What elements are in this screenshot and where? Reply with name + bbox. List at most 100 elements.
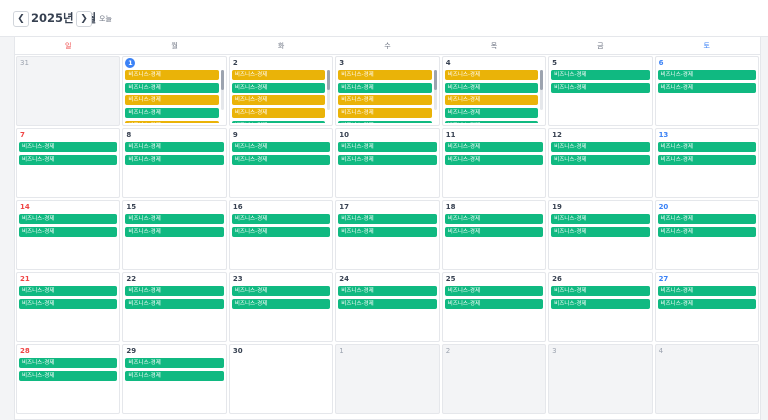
day-cell[interactable]: 1 [335,344,440,414]
day-cell[interactable]: 31 [16,56,121,126]
event-chip[interactable]: 비즈니스-경제 [19,298,118,309]
event-chip[interactable]: 비즈니스-경제 [551,226,650,237]
day-cell[interactable]: 16 비즈니스-경제 비즈니스-경제 [228,200,334,270]
event-chip[interactable]: 비즈니스-경제 [125,358,224,368]
event-chip[interactable]: 비즈니스-경제 [231,70,326,80]
event-scrollbar[interactable] [327,70,331,110]
event-chip[interactable]: 비즈니스-경제 [657,226,756,237]
event-chip[interactable]: 비즈니스-경제 [125,226,224,237]
event-chip[interactable]: 비즈니스-경제 [444,95,539,106]
event-chip[interactable]: 비즈니스-경제 [551,214,650,224]
event-chip[interactable]: 비즈니스-경제 [444,142,544,152]
event-chip[interactable]: 비즈니스-경제 [19,142,118,152]
day-cell[interactable]: 2 [441,344,547,414]
day-cell[interactable]: 3비즈니스-경제비즈니스-경제비즈니스-경제비즈니스-경제비즈니스-경제 [335,56,440,126]
day-cell[interactable]: 4 [654,344,759,414]
event-chip[interactable]: 비즈니스-경제 [444,108,539,119]
event-chip[interactable]: 비즈니스-경제 [125,298,224,309]
event-chip[interactable]: 비즈니스-경제 [338,286,437,296]
day-cell[interactable]: 12 비즈니스-경제 비즈니스-경제 [548,128,653,198]
event-chip[interactable]: 비즈니스-경제 [444,120,539,123]
event-chip[interactable]: 비즈니스-경제 [551,154,650,165]
event-chip[interactable]: 비즈니스-경제 [231,82,326,93]
event-chip[interactable]: 비즈니스-경제 [338,120,432,123]
event-chip[interactable]: 비즈니스-경제 [125,142,224,152]
event-chip[interactable]: 비즈니스-경제 [19,214,118,224]
event-chip[interactable]: 비즈니스-경제 [125,82,219,93]
scroll-thumb[interactable] [540,70,544,90]
event-chip[interactable]: 비즈니스-경제 [125,214,224,224]
event-chip[interactable]: 비즈니스-경제 [125,70,219,80]
event-chip[interactable]: 비즈니스-경제 [125,154,224,165]
event-chip[interactable]: 비즈니스-경제 [338,226,437,237]
event-scrollbar[interactable] [433,70,437,110]
event-chip[interactable]: 비즈니스-경제 [551,82,650,93]
day-cell[interactable]: 28 비즈니스-경제 비즈니스-경제 [16,344,121,414]
event-chip[interactable]: 비즈니스-경제 [444,286,544,296]
day-cell[interactable]: 18 비즈니스-경제 비즈니스-경제 [441,200,547,270]
event-chip[interactable]: 비즈니스-경제 [125,120,219,123]
event-chip[interactable]: 비즈니스-경제 [231,154,331,165]
event-chip[interactable]: 비즈니스-경제 [551,70,650,80]
event-chip[interactable]: 비즈니스-경제 [231,95,326,106]
day-cell[interactable]: 26 비즈니스-경제 비즈니스-경제 [548,272,653,342]
day-cell[interactable]: 4비즈니스-경제비즈니스-경제비즈니스-경제비즈니스-경제비즈니스-경제 [441,56,547,126]
day-cell[interactable]: 19 비즈니스-경제 비즈니스-경제 [548,200,653,270]
event-chip[interactable]: 비즈니스-경제 [657,70,756,80]
event-scrollbar[interactable] [540,70,544,110]
event-chip[interactable]: 비즈니스-경제 [231,226,331,237]
event-chip[interactable]: 비즈니스-경제 [657,214,756,224]
day-cell[interactable]: 11 비즈니스-경제 비즈니스-경제 [441,128,547,198]
event-chip[interactable]: 비즈니스-경제 [19,226,118,237]
event-chip[interactable]: 비즈니스-경제 [338,214,437,224]
event-chip[interactable]: 비즈니스-경제 [551,286,650,296]
event-chip[interactable]: 비즈니스-경제 [338,298,437,309]
event-chip[interactable]: 비즈니스-경제 [338,108,432,119]
event-chip[interactable]: 비즈니스-경제 [657,298,756,309]
event-chip[interactable]: 비즈니스-경제 [231,142,331,152]
event-chip[interactable]: 비즈니스-경제 [657,82,756,93]
next-month-button[interactable]: ❯ [76,11,92,27]
event-chip[interactable]: 비즈니스-경제 [338,82,432,93]
event-chip[interactable]: 비즈니스-경제 [657,154,756,165]
event-chip[interactable]: 비즈니스-경제 [19,286,118,296]
event-chip[interactable]: 비즈니스-경제 [444,298,544,309]
event-chip[interactable]: 비즈니스-경제 [657,142,756,152]
event-chip[interactable]: 비즈니스-경제 [657,286,756,296]
event-chip[interactable]: 비즈니스-경제 [19,370,118,381]
event-chip[interactable]: 비즈니스-경제 [125,108,219,119]
event-chip[interactable]: 비즈니스-경제 [551,142,650,152]
event-scrollbar[interactable] [220,70,224,110]
event-chip[interactable]: 비즈니스-경제 [231,120,326,123]
day-cell[interactable]: 14 비즈니스-경제 비즈니스-경제 [16,200,121,270]
day-cell[interactable]: 21 비즈니스-경제 비즈니스-경제 [16,272,121,342]
day-cell[interactable]: 13 비즈니스-경제 비즈니스-경제 [654,128,759,198]
day-cell[interactable]: 9 비즈니스-경제 비즈니스-경제 [228,128,334,198]
event-chip[interactable]: 비즈니스-경제 [338,142,437,152]
day-cell[interactable]: 1비즈니스-경제비즈니스-경제비즈니스-경제비즈니스-경제비즈니스-경제 [122,56,227,126]
event-chip[interactable]: 비즈니스-경제 [231,298,331,309]
event-chip[interactable]: 비즈니스-경제 [338,70,432,80]
event-chip[interactable]: 비즈니스-경제 [125,95,219,106]
event-chip[interactable]: 비즈니스-경제 [19,358,118,368]
event-chip[interactable]: 비즈니스-경제 [125,286,224,296]
event-chip[interactable]: 비즈니스-경제 [444,154,544,165]
event-chip[interactable]: 비즈니스-경제 [444,214,544,224]
event-chip[interactable]: 비즈니스-경제 [19,154,118,165]
day-cell[interactable]: 24 비즈니스-경제 비즈니스-경제 [335,272,440,342]
day-cell[interactable]: 30 [228,344,334,414]
event-chip[interactable]: 비즈니스-경제 [338,95,432,106]
day-cell[interactable]: 22 비즈니스-경제 비즈니스-경제 [122,272,227,342]
event-chip[interactable]: 비즈니스-경제 [231,286,331,296]
today-button[interactable]: 오늘 [99,14,112,24]
day-cell[interactable]: 7 비즈니스-경제 비즈니스-경제 [16,128,121,198]
day-cell[interactable]: 5 비즈니스-경제 비즈니스-경제 [548,56,653,126]
scroll-thumb[interactable] [327,70,331,90]
day-cell[interactable]: 23 비즈니스-경제 비즈니스-경제 [228,272,334,342]
scroll-thumb[interactable] [220,70,224,90]
day-cell[interactable]: 6 비즈니스-경제 비즈니스-경제 [654,56,759,126]
day-cell[interactable]: 3 [548,344,653,414]
event-chip[interactable]: 비즈니스-경제 [125,370,224,381]
event-chip[interactable]: 비즈니스-경제 [444,70,539,80]
event-chip[interactable]: 비즈니스-경제 [444,226,544,237]
